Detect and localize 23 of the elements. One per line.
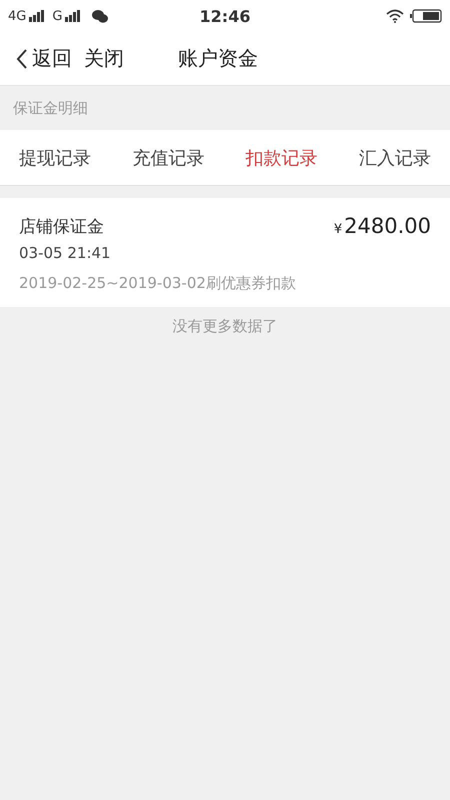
signal-icon	[65, 10, 82, 22]
tab[interactable]: 汇入记录	[358, 142, 431, 174]
record-note: 2019-02-25~2019-03-02刷优惠券扣款	[19, 274, 296, 293]
chat-icon	[92, 10, 108, 22]
back-button[interactable]: 返回	[16, 45, 72, 72]
tab[interactable]: 扣款记录	[246, 142, 318, 174]
tab[interactable]: 充值记录	[132, 142, 204, 174]
network-label: 4G	[8, 8, 26, 24]
page-title: 账户资金	[178, 45, 258, 72]
wifi-icon	[386, 9, 404, 23]
chevron-left-icon	[16, 48, 28, 68]
no-more-data-text: 没有更多数据了	[172, 317, 278, 335]
clock-time: 12:46	[200, 6, 250, 26]
record-time: 03-05 21:41	[19, 244, 111, 262]
close-button[interactable]: 关闭	[84, 45, 124, 72]
signal-icon	[29, 10, 46, 22]
currency-symbol: ¥	[334, 222, 342, 237]
network-label: G	[52, 8, 62, 24]
battery-icon	[410, 9, 442, 23]
section-title: 保证金明细	[13, 98, 88, 118]
record-amount: 2480.00	[344, 214, 431, 238]
record-name: 店铺保证金	[19, 216, 104, 238]
tab[interactable]: 提现记录	[19, 142, 91, 174]
